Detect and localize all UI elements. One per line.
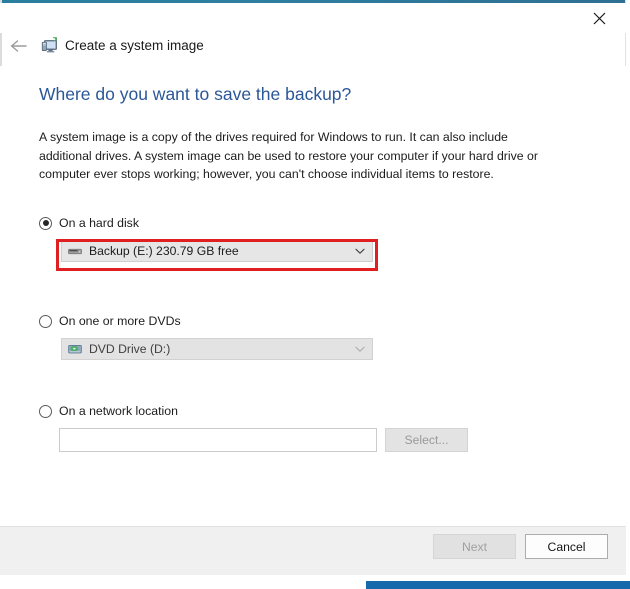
- create-system-image-icon: [40, 36, 60, 56]
- dvd-dropdown[interactable]: DVD Drive (D:): [61, 338, 373, 360]
- hard-disk-icon: [67, 243, 83, 259]
- dialog-footer: Next Cancel: [0, 526, 626, 575]
- hard-disk-dropdown[interactable]: Backup (E:) 230.79 GB free: [61, 240, 373, 262]
- radio-label-network: On a network location: [59, 404, 178, 418]
- option-group-dvd: On one or more DVDs DVD Drive (D:): [39, 312, 373, 360]
- title-bar: [0, 3, 626, 33]
- footer-button-group: Next Cancel: [433, 534, 608, 559]
- close-icon: [593, 12, 606, 25]
- create-system-image-dialog: Create a system image Where do you want …: [0, 0, 630, 589]
- chevron-down-icon[interactable]: [355, 246, 365, 256]
- chevron-down-icon[interactable]: [355, 344, 365, 354]
- navigation-row: Create a system image: [0, 33, 626, 63]
- radio-on-one-or-more-dvds[interactable]: On one or more DVDs: [39, 312, 373, 330]
- close-button[interactable]: [576, 3, 622, 33]
- dvd-dropdown-value: DVD Drive (D:): [89, 342, 171, 356]
- hard-disk-dropdown-value: Backup (E:) 230.79 GB free: [89, 244, 239, 258]
- radio-button-hard-disk-icon[interactable]: [39, 216, 52, 230]
- taskbar-accent-bar: [366, 581, 630, 589]
- radio-button-dvd-icon[interactable]: [39, 314, 52, 328]
- cancel-button[interactable]: Cancel: [525, 534, 608, 559]
- option-group-hard-disk: On a hard disk Backup (E:) 230.79 GB fre…: [39, 214, 378, 271]
- radio-button-network-icon[interactable]: [39, 404, 52, 418]
- radio-label-dvd: On one or more DVDs: [59, 314, 181, 328]
- app-title: Create a system image: [65, 38, 204, 53]
- intro-paragraph: A system image is a copy of the drives r…: [39, 130, 538, 182]
- network-location-row: Select...: [59, 428, 468, 452]
- dvd-drive-icon: [67, 341, 83, 357]
- dvd-combo-wrap: DVD Drive (D:): [59, 338, 373, 360]
- back-button[interactable]: [8, 37, 30, 59]
- desktop-strip: [0, 575, 630, 589]
- next-button[interactable]: Next: [433, 534, 516, 559]
- hard-disk-combo-wrap: Backup (E:) 230.79 GB free: [59, 240, 373, 262]
- arrow-left-icon: [10, 39, 28, 58]
- dialog-content: Where do you want to save the backup? A …: [0, 66, 626, 546]
- option-group-network: On a network location Select...: [39, 402, 468, 452]
- radio-label-hard-disk: On a hard disk: [59, 216, 139, 230]
- radio-on-a-network-location[interactable]: On a network location: [39, 402, 468, 420]
- select-button[interactable]: Select...: [385, 428, 468, 452]
- radio-on-a-hard-disk[interactable]: On a hard disk: [39, 214, 373, 232]
- page-title: Where do you want to save the backup?: [39, 84, 352, 104]
- network-location-input[interactable]: [59, 428, 377, 452]
